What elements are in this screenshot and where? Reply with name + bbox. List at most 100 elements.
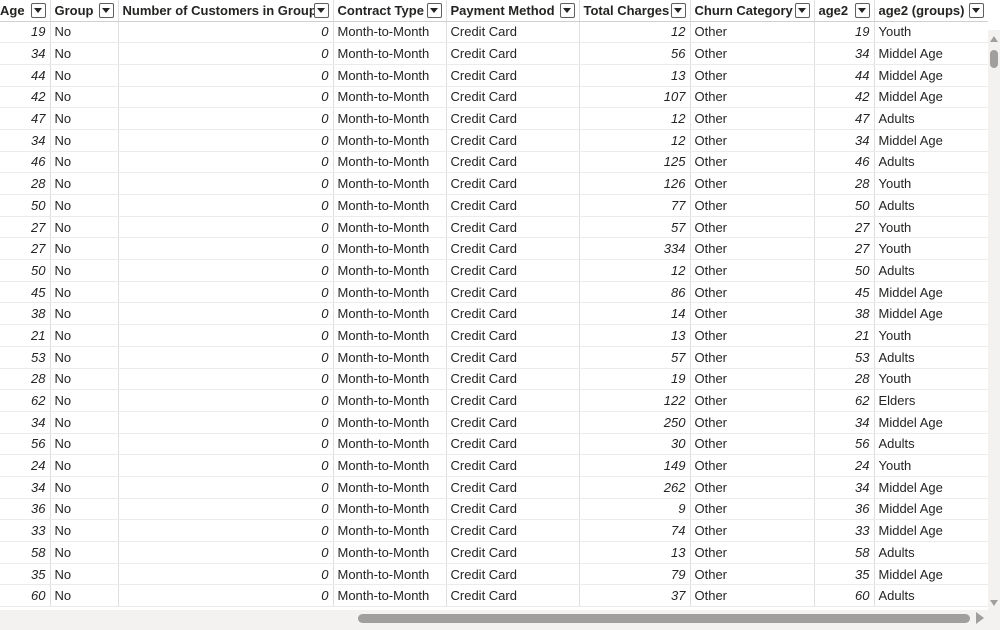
cell-age[interactable]: 34 [0,42,51,65]
cell-age2[interactable]: 28 [814,172,875,195]
cell-group[interactable]: No [50,259,119,282]
chevron-down-filter-icon[interactable] [313,3,329,18]
cell-age2[interactable]: 56 [814,433,875,456]
cell-contract-type[interactable]: Month-to-Month [333,368,447,391]
cell-age[interactable]: 27 [0,216,51,239]
cell-number-of-customers[interactable]: 0 [118,194,334,217]
cell-group[interactable]: No [50,368,119,391]
cell-number-of-customers[interactable]: 0 [118,324,334,347]
cell-total-charges[interactable]: 79 [579,563,691,586]
cell-payment-method[interactable]: Credit Card [446,584,580,608]
cell-total-charges[interactable]: 19 [579,368,691,391]
table-row[interactable]: 19 No 0 Month-to-Month Credit Card 12 Other 19 Y… [0,21,988,44]
cell-age[interactable]: 28 [0,172,51,195]
cell-age2-groups[interactable]: Middel Age [874,498,988,521]
cell-age2[interactable]: 27 [814,216,875,239]
cell-number-of-customers[interactable]: 0 [118,42,334,65]
cell-total-charges[interactable]: 30 [579,433,691,456]
cell-age2[interactable]: 34 [814,129,875,152]
column-header-age2[interactable]: age2 [814,0,875,22]
cell-total-charges[interactable]: 13 [579,541,691,564]
cell-age2[interactable]: 34 [814,42,875,65]
table-row[interactable]: 44 No 0 Month-to-Month Credit Card 13 Other 44 M… [0,64,988,87]
cell-contract-type[interactable]: Month-to-Month [333,563,447,586]
cell-payment-method[interactable]: Credit Card [446,281,580,304]
cell-number-of-customers[interactable]: 0 [118,541,334,564]
cell-churn-category[interactable]: Other [690,389,815,412]
cell-payment-method[interactable]: Credit Card [446,302,580,326]
cell-age2[interactable]: 60 [814,584,875,608]
cell-contract-type[interactable]: Month-to-Month [333,86,447,109]
cell-total-charges[interactable]: 37 [579,584,691,608]
cell-contract-type[interactable]: Month-to-Month [333,411,447,434]
cell-group[interactable]: No [50,281,119,304]
cell-age[interactable]: 33 [0,519,51,542]
cell-total-charges[interactable]: 57 [579,346,691,369]
cell-payment-method[interactable]: Credit Card [446,324,580,347]
cell-group[interactable]: No [50,454,119,477]
cell-group[interactable]: No [50,237,119,261]
cell-age[interactable]: 28 [0,368,51,391]
table-row[interactable]: 42 No 0 Month-to-Month Credit Card 107 Other 42… [0,86,988,109]
cell-age[interactable]: 34 [0,411,51,434]
cell-churn-category[interactable]: Other [690,64,815,87]
cell-age2-groups[interactable]: Middel Age [874,86,988,109]
cell-age2[interactable]: 35 [814,563,875,586]
cell-number-of-customers[interactable]: 0 [118,346,334,369]
cell-payment-method[interactable]: Credit Card [446,172,580,195]
chevron-down-filter-icon[interactable] [968,3,984,18]
cell-age2[interactable]: 47 [814,107,875,130]
cell-age2-groups[interactable]: Middel Age [874,563,988,586]
cell-payment-method[interactable]: Credit Card [446,498,580,521]
cell-contract-type[interactable]: Month-to-Month [333,237,447,261]
column-header-payment-method[interactable]: Payment Method [446,0,580,22]
cell-total-charges[interactable]: 334 [579,237,691,261]
cell-payment-method[interactable]: Credit Card [446,519,580,542]
cell-payment-method[interactable]: Credit Card [446,433,580,456]
cell-age2-groups[interactable]: Middel Age [874,42,988,65]
table-row[interactable]: 47 No 0 Month-to-Month Credit Card 12 Other 47 A… [0,107,988,130]
cell-churn-category[interactable]: Other [690,411,815,434]
table-row[interactable]: 50 No 0 Month-to-Month Credit Card 12 Other 50 A… [0,259,988,282]
cell-total-charges[interactable]: 262 [579,476,691,499]
cell-group[interactable]: No [50,498,119,521]
cell-number-of-customers[interactable]: 0 [118,259,334,282]
vertical-scroll-thumb[interactable] [990,50,998,68]
cell-number-of-customers[interactable]: 0 [118,454,334,477]
cell-age[interactable]: 34 [0,129,51,152]
cell-contract-type[interactable]: Month-to-Month [333,21,447,44]
cell-churn-category[interactable]: Other [690,519,815,542]
cell-age2[interactable]: 34 [814,476,875,499]
cell-total-charges[interactable]: 12 [579,129,691,152]
cell-age[interactable]: 42 [0,86,51,109]
cell-age[interactable]: 35 [0,563,51,586]
cell-age2-groups[interactable]: Adults [874,194,988,217]
cell-age2-groups[interactable]: Middel Age [874,519,988,542]
cell-group[interactable]: No [50,584,119,608]
cell-group[interactable]: No [50,519,119,542]
cell-age2[interactable]: 53 [814,346,875,369]
cell-age2[interactable]: 50 [814,194,875,217]
cell-contract-type[interactable]: Month-to-Month [333,389,447,412]
cell-age2[interactable]: 46 [814,151,875,174]
cell-total-charges[interactable]: 12 [579,107,691,130]
cell-number-of-customers[interactable]: 0 [118,64,334,87]
cell-age[interactable]: 60 [0,584,51,608]
column-header-contract-type[interactable]: Contract Type [333,0,447,22]
chevron-down-filter-icon[interactable] [426,3,442,18]
cell-contract-type[interactable]: Month-to-Month [333,259,447,282]
cell-payment-method[interactable]: Credit Card [446,42,580,65]
cell-age2-groups[interactable]: Middel Age [874,64,988,87]
chevron-down-filter-icon[interactable] [559,3,575,18]
chevron-down-filter-icon[interactable] [794,3,810,18]
cell-age2-groups[interactable]: Middel Age [874,281,988,304]
chevron-down-filter-icon[interactable] [98,3,114,18]
cell-churn-category[interactable]: Other [690,498,815,521]
scroll-right-arrow-icon[interactable] [976,612,984,624]
cell-age2-groups[interactable]: Youth [874,216,988,239]
cell-group[interactable]: No [50,563,119,586]
cell-group[interactable]: No [50,541,119,564]
cell-age2-groups[interactable]: Youth [874,21,988,44]
cell-age[interactable]: 38 [0,302,51,326]
chevron-down-filter-icon[interactable] [854,3,870,18]
